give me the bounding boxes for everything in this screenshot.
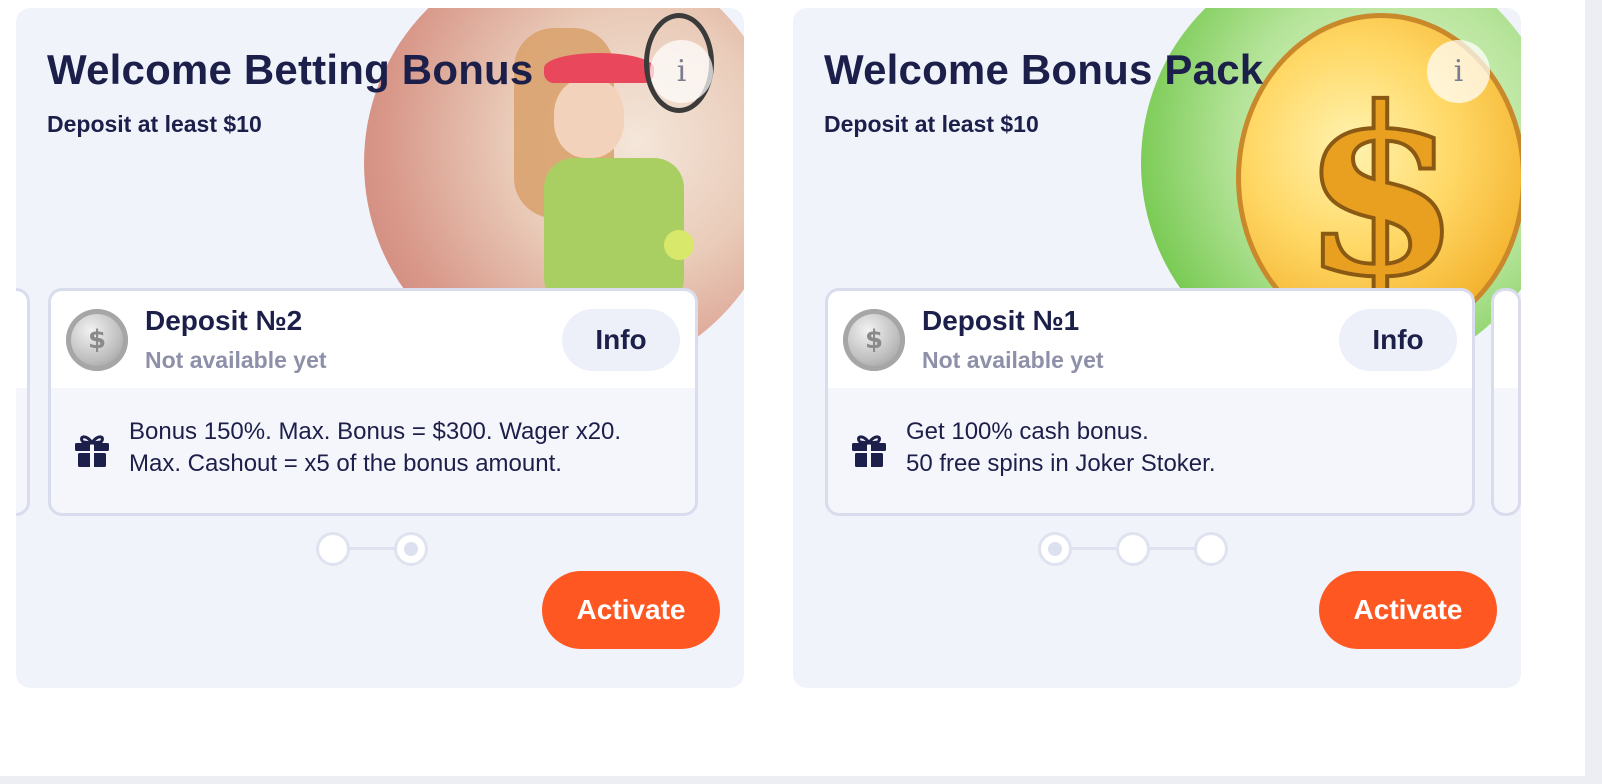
coin-icon: $ (843, 309, 905, 371)
deposit-step-card: $ Deposit №2 Not available yet Info Bonu… (48, 288, 698, 516)
card-subtitle: Deposit at least $10 (47, 111, 262, 137)
coin-icon: $ (66, 309, 128, 371)
info-icon[interactable]: i (1427, 40, 1490, 103)
deposit-stepper (1038, 532, 1228, 566)
deposit-status: Not available yet (922, 347, 1104, 373)
previous-deposit-peek[interactable] (16, 288, 30, 516)
step-dot-active[interactable] (394, 532, 428, 566)
info-icon[interactable]: i (650, 40, 713, 103)
card-title: Welcome Bonus Pack (824, 46, 1264, 93)
info-button[interactable]: Info (1339, 309, 1457, 371)
deposit-stepper (316, 532, 428, 566)
step-dot[interactable] (316, 532, 350, 566)
bonus-line: Bonus 150%. Max. Bonus = $300. Wager x20… (129, 418, 622, 445)
page-bottom-edge (0, 776, 1602, 784)
gift-icon (75, 435, 109, 467)
activate-button[interactable]: Activate (542, 571, 720, 649)
bonus-card-welcome-pack: $ Welcome Bonus Pack Deposit at least $1… (793, 8, 1521, 688)
next-deposit-peek[interactable] (1491, 288, 1521, 516)
bonus-card-welcome-betting: Welcome Betting Bonus Deposit at least $… (16, 8, 744, 688)
bonus-page: Welcome Betting Bonus Deposit at least $… (0, 0, 1585, 776)
bonus-line: Get 100% cash bonus. (906, 418, 1149, 445)
step-connector (348, 547, 398, 550)
bonus-description: Get 100% cash bonus. 50 free spins in Jo… (906, 416, 1466, 480)
bonus-line: 50 free spins in Joker Stoker. (906, 450, 1216, 477)
deposit-title: Deposit №2 (145, 305, 303, 336)
gift-icon (852, 435, 886, 467)
info-button[interactable]: Info (562, 309, 680, 371)
activate-button[interactable]: Activate (1319, 571, 1497, 649)
deposit-status: Not available yet (145, 347, 327, 373)
step-dot[interactable] (1194, 532, 1228, 566)
card-title: Welcome Betting Bonus (47, 46, 534, 93)
bonus-line: Max. Cashout = x5 of the bonus amount. (129, 450, 562, 477)
step-dot-active[interactable] (1038, 532, 1072, 566)
bonus-description: Bonus 150%. Max. Bonus = $300. Wager x20… (129, 416, 689, 480)
deposit-title: Deposit №1 (922, 305, 1080, 336)
scrollbar-gutter (1585, 0, 1602, 784)
card-subtitle: Deposit at least $10 (824, 111, 1039, 137)
deposit-step-card: $ Deposit №1 Not available yet Info Get … (825, 288, 1475, 516)
step-dot[interactable] (1116, 532, 1150, 566)
